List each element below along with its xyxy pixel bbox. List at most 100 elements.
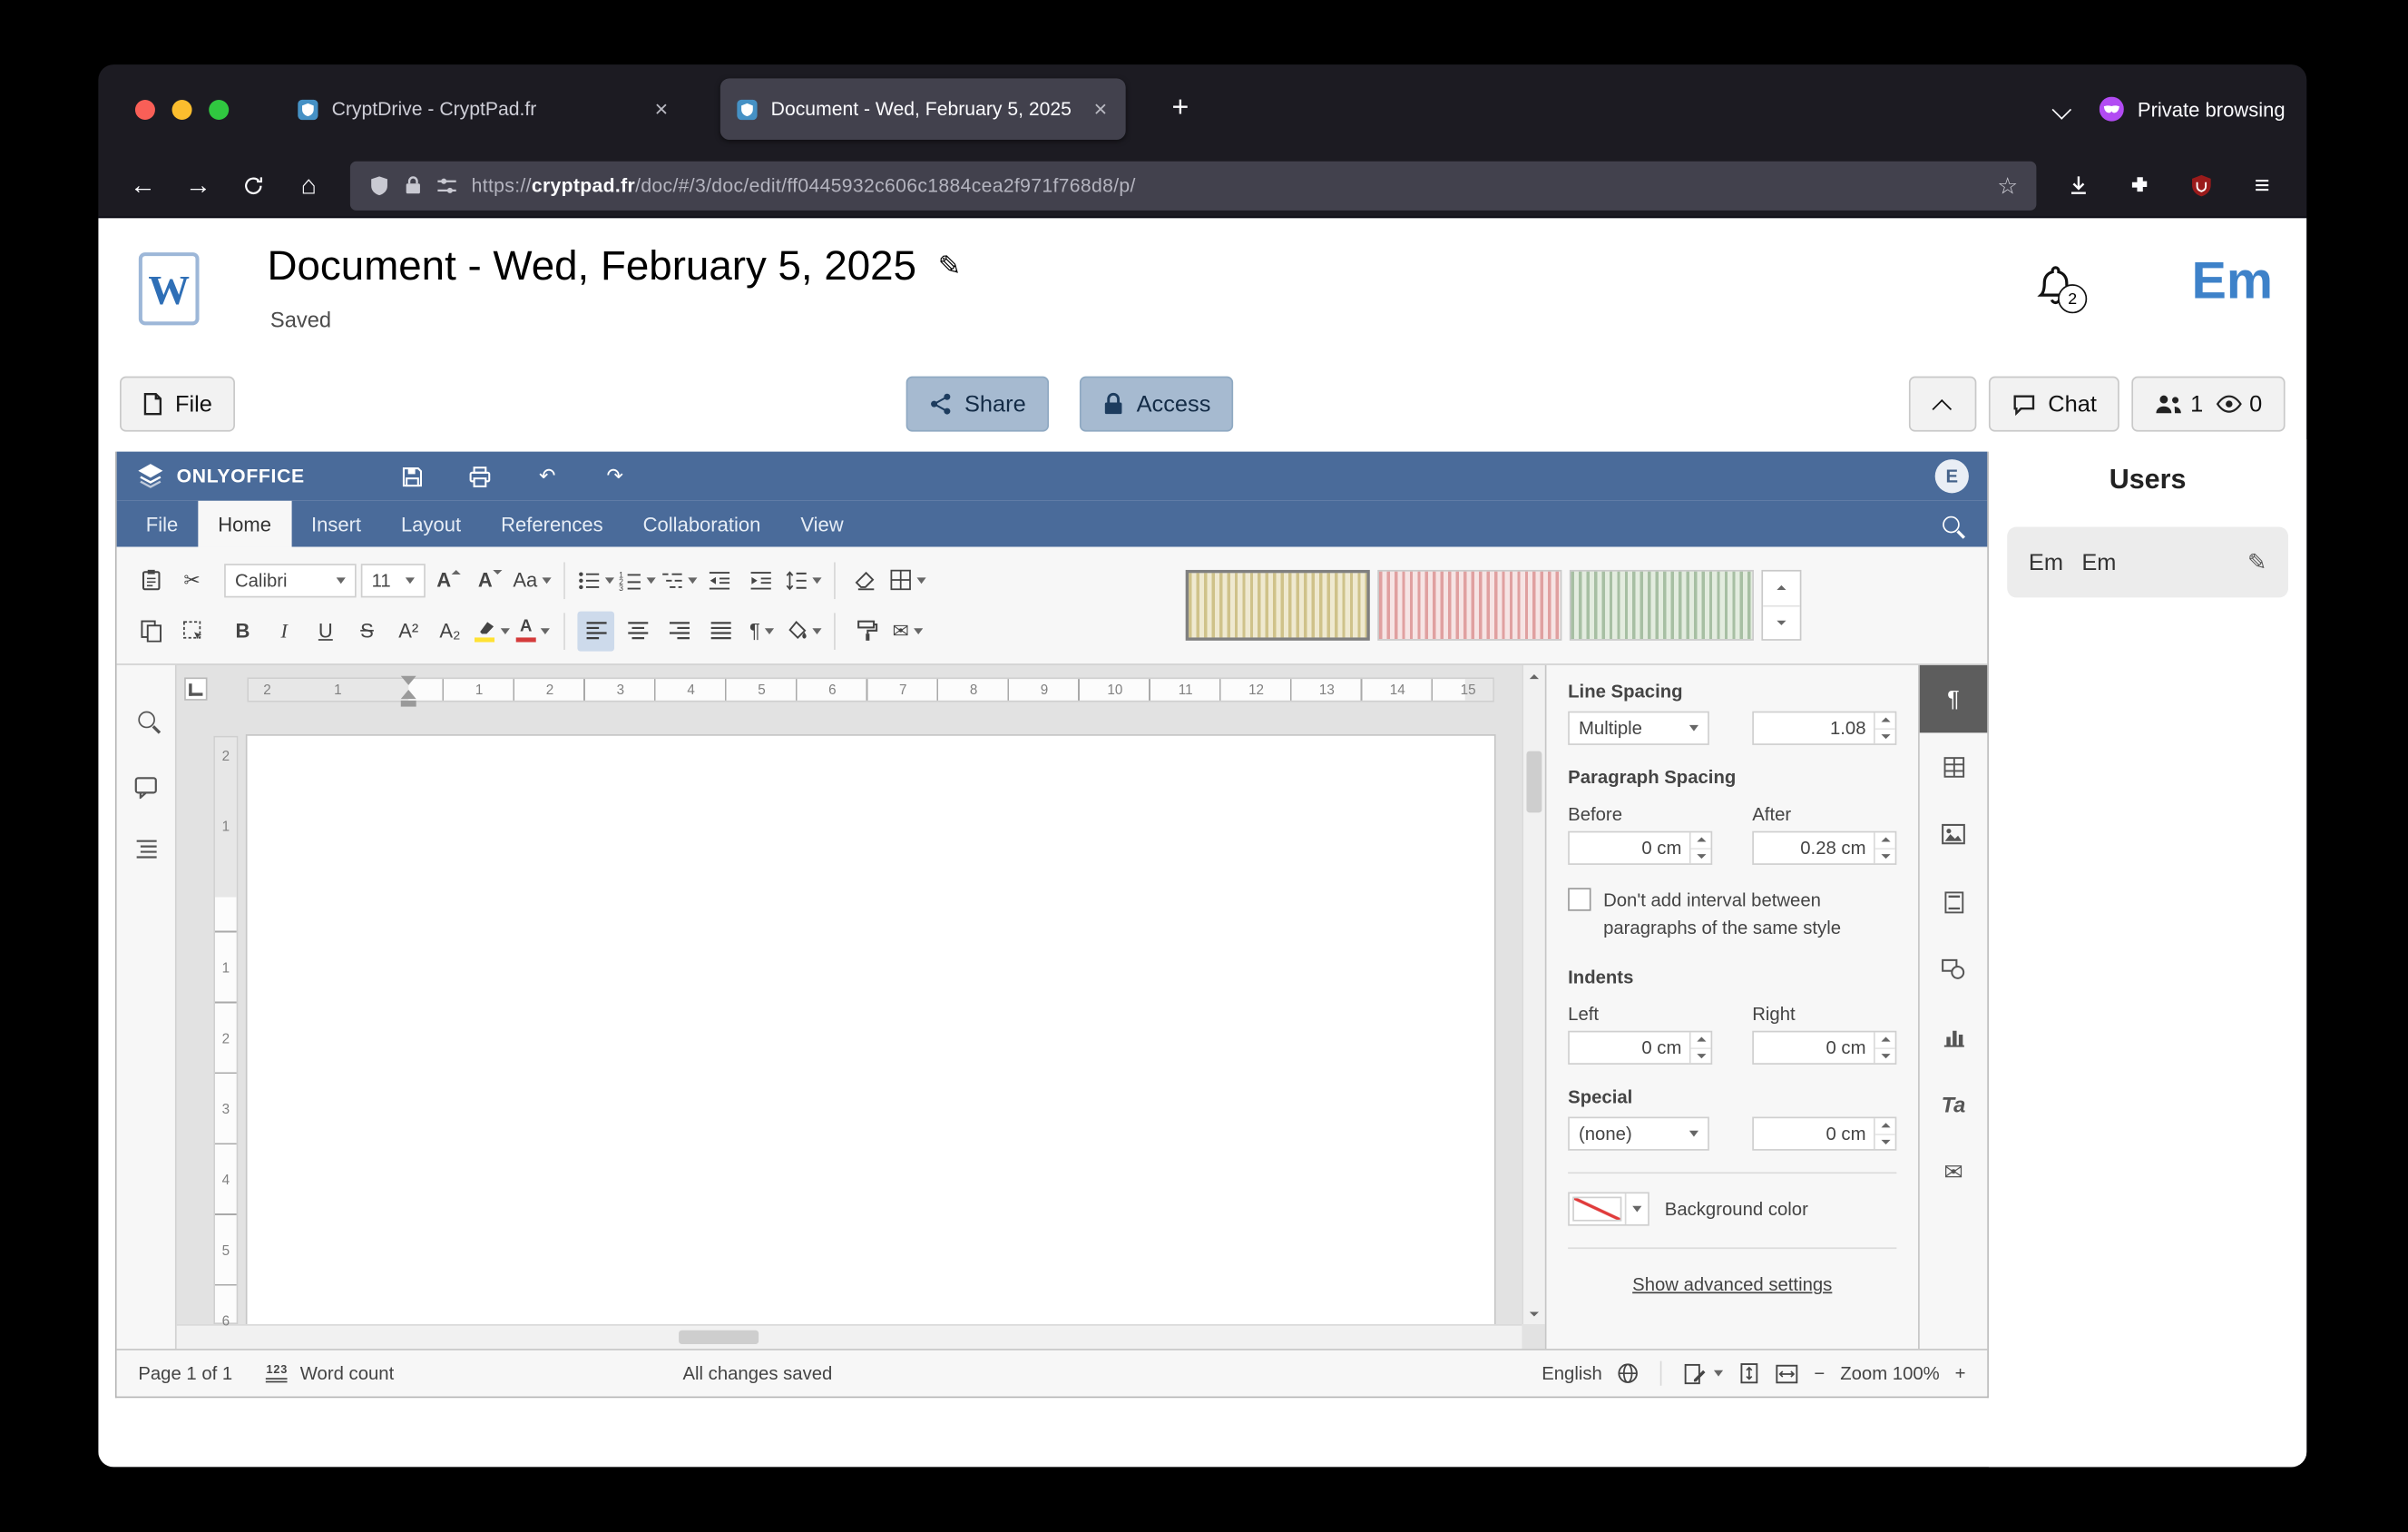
increase-font-button[interactable]: A (430, 560, 467, 600)
menu-tab-references[interactable]: References (481, 501, 623, 547)
line-spacing-input[interactable]: 1.08 (1752, 712, 1896, 745)
spin-up[interactable] (1875, 712, 1895, 727)
zoom-out-button[interactable]: − (1814, 1362, 1825, 1384)
word-count-button[interactable]: Word count (300, 1362, 395, 1384)
image-settings-tab[interactable] (1920, 800, 1987, 868)
mail-merge-button[interactable]: ✉ (889, 611, 926, 651)
bold-button[interactable]: B (224, 611, 261, 651)
select-all-button[interactable] (173, 611, 210, 651)
forward-button[interactable]: → (172, 162, 225, 209)
style-preview-3[interactable] (1570, 570, 1754, 641)
bullets-button[interactable] (577, 560, 614, 600)
maximize-window-button[interactable] (209, 99, 229, 119)
paragraph-settings-tab[interactable]: ¶ (1920, 665, 1987, 732)
spin-up[interactable] (1691, 832, 1711, 847)
multilevel-list-button[interactable] (661, 560, 698, 600)
line-spacing-select[interactable]: Multiple (1568, 712, 1709, 745)
close-tab-icon[interactable]: × (651, 96, 671, 123)
copy-button[interactable] (132, 611, 170, 651)
downloads-button[interactable] (2051, 162, 2104, 209)
paragraph-shading-button[interactable] (785, 611, 822, 651)
cut-button[interactable]: ✂ (173, 560, 210, 600)
zoom-in-button[interactable]: + (1955, 1362, 1966, 1384)
font-color-button[interactable]: A (514, 611, 552, 651)
scrollbar-thumb[interactable] (679, 1331, 759, 1344)
collapse-toolbar-button[interactable] (1908, 377, 1975, 432)
spin-down[interactable] (1875, 1047, 1895, 1064)
underline-button[interactable]: U (308, 611, 345, 651)
comments-button[interactable] (133, 776, 158, 799)
scrollbar-thumb[interactable] (1526, 751, 1542, 813)
nonprinting-characters-button[interactable]: ¶ (743, 611, 780, 651)
superscript-button[interactable]: A² (390, 611, 427, 651)
find-button[interactable] (137, 708, 154, 735)
advanced-settings-link[interactable]: Show advanced settings (1568, 1273, 1896, 1295)
undo-button[interactable]: ↶ (529, 457, 566, 496)
table-settings-tab[interactable] (1920, 732, 1987, 800)
minimize-window-button[interactable] (172, 99, 192, 119)
fit-page-button[interactable] (1738, 1362, 1760, 1384)
new-tab-button[interactable]: + (1160, 93, 1201, 126)
interval-checkbox[interactable] (1568, 888, 1591, 910)
menu-tab-collaboration[interactable]: Collaboration (623, 501, 781, 547)
permissions-icon[interactable] (436, 174, 458, 196)
style-preview-1[interactable] (1186, 570, 1370, 641)
borders-button[interactable] (889, 560, 926, 600)
redo-button[interactable]: ↷ (596, 457, 633, 496)
gallery-up-button[interactable] (1763, 572, 1800, 606)
copy-style-button[interactable] (847, 611, 885, 651)
spin-up[interactable] (1875, 1032, 1895, 1046)
user-avatar[interactable]: Em (2191, 252, 2273, 312)
highlight-color-button[interactable] (473, 611, 510, 651)
spacing-before-input[interactable]: 0 cm (1568, 831, 1712, 865)
background-color-picker[interactable] (1568, 1192, 1649, 1225)
close-tab-icon[interactable]: × (1091, 96, 1111, 123)
zoom-level[interactable]: Zoom 100% (1840, 1362, 1940, 1384)
spellcheck-globe-button[interactable] (1618, 1362, 1640, 1384)
spin-up[interactable] (1875, 1118, 1895, 1133)
special-input[interactable]: 0 cm (1752, 1117, 1896, 1151)
save-button[interactable] (394, 457, 431, 496)
bookmark-star-icon[interactable]: ☆ (1997, 172, 2018, 199)
spacing-after-input[interactable]: 0.28 cm (1752, 831, 1896, 865)
ublock-button[interactable] (2175, 162, 2227, 209)
increase-indent-button[interactable] (743, 560, 780, 600)
document-page[interactable] (248, 736, 1494, 1324)
spin-down[interactable] (1875, 727, 1895, 743)
extensions-button[interactable] (2113, 162, 2166, 209)
app-menu-button[interactable]: ≡ (2236, 162, 2288, 209)
rename-pencil-icon[interactable]: ✎ (938, 250, 962, 283)
lock-icon[interactable] (404, 175, 422, 195)
edit-user-pencil-icon[interactable]: ✎ (2247, 548, 2266, 575)
spin-up[interactable] (1691, 1032, 1711, 1046)
font-name-select[interactable]: Calibri (224, 563, 357, 596)
align-left-button[interactable] (577, 611, 614, 651)
subscript-button[interactable]: A₂ (432, 611, 469, 651)
scroll-down-arrow[interactable] (1523, 1302, 1545, 1324)
strikethrough-button[interactable]: S (348, 611, 386, 651)
paste-button[interactable] (132, 560, 170, 600)
track-changes-button[interactable] (1684, 1361, 1724, 1384)
shape-settings-tab[interactable] (1920, 936, 1987, 1003)
spin-up[interactable] (1875, 832, 1895, 847)
user-list-button[interactable]: 1 0 (2132, 377, 2286, 432)
numbering-button[interactable]: 123 (619, 560, 656, 600)
language-button[interactable]: English (1542, 1362, 1602, 1384)
indent-marker[interactable] (401, 676, 416, 707)
change-case-button[interactable]: Aa (513, 560, 551, 600)
list-tabs-icon[interactable] (2051, 99, 2071, 119)
header-footer-settings-tab[interactable] (1920, 868, 1987, 935)
justify-button[interactable] (702, 611, 739, 651)
navigation-button[interactable] (134, 839, 157, 859)
menu-tab-view[interactable]: View (780, 501, 863, 547)
notifications-button[interactable]: 2 (2035, 264, 2077, 309)
close-window-button[interactable] (135, 99, 155, 119)
align-center-button[interactable] (619, 611, 656, 651)
home-button[interactable]: ⌂ (282, 162, 335, 209)
tab-stop-selector[interactable] (184, 677, 207, 700)
url-bar[interactable]: https://cryptpad.fr/doc/#/3/doc/edit/ff0… (350, 161, 2036, 210)
clear-style-button[interactable] (847, 560, 885, 600)
style-preview-2[interactable] (1377, 570, 1561, 641)
decrease-font-button[interactable]: A (472, 560, 509, 600)
spin-down[interactable] (1875, 1133, 1895, 1149)
